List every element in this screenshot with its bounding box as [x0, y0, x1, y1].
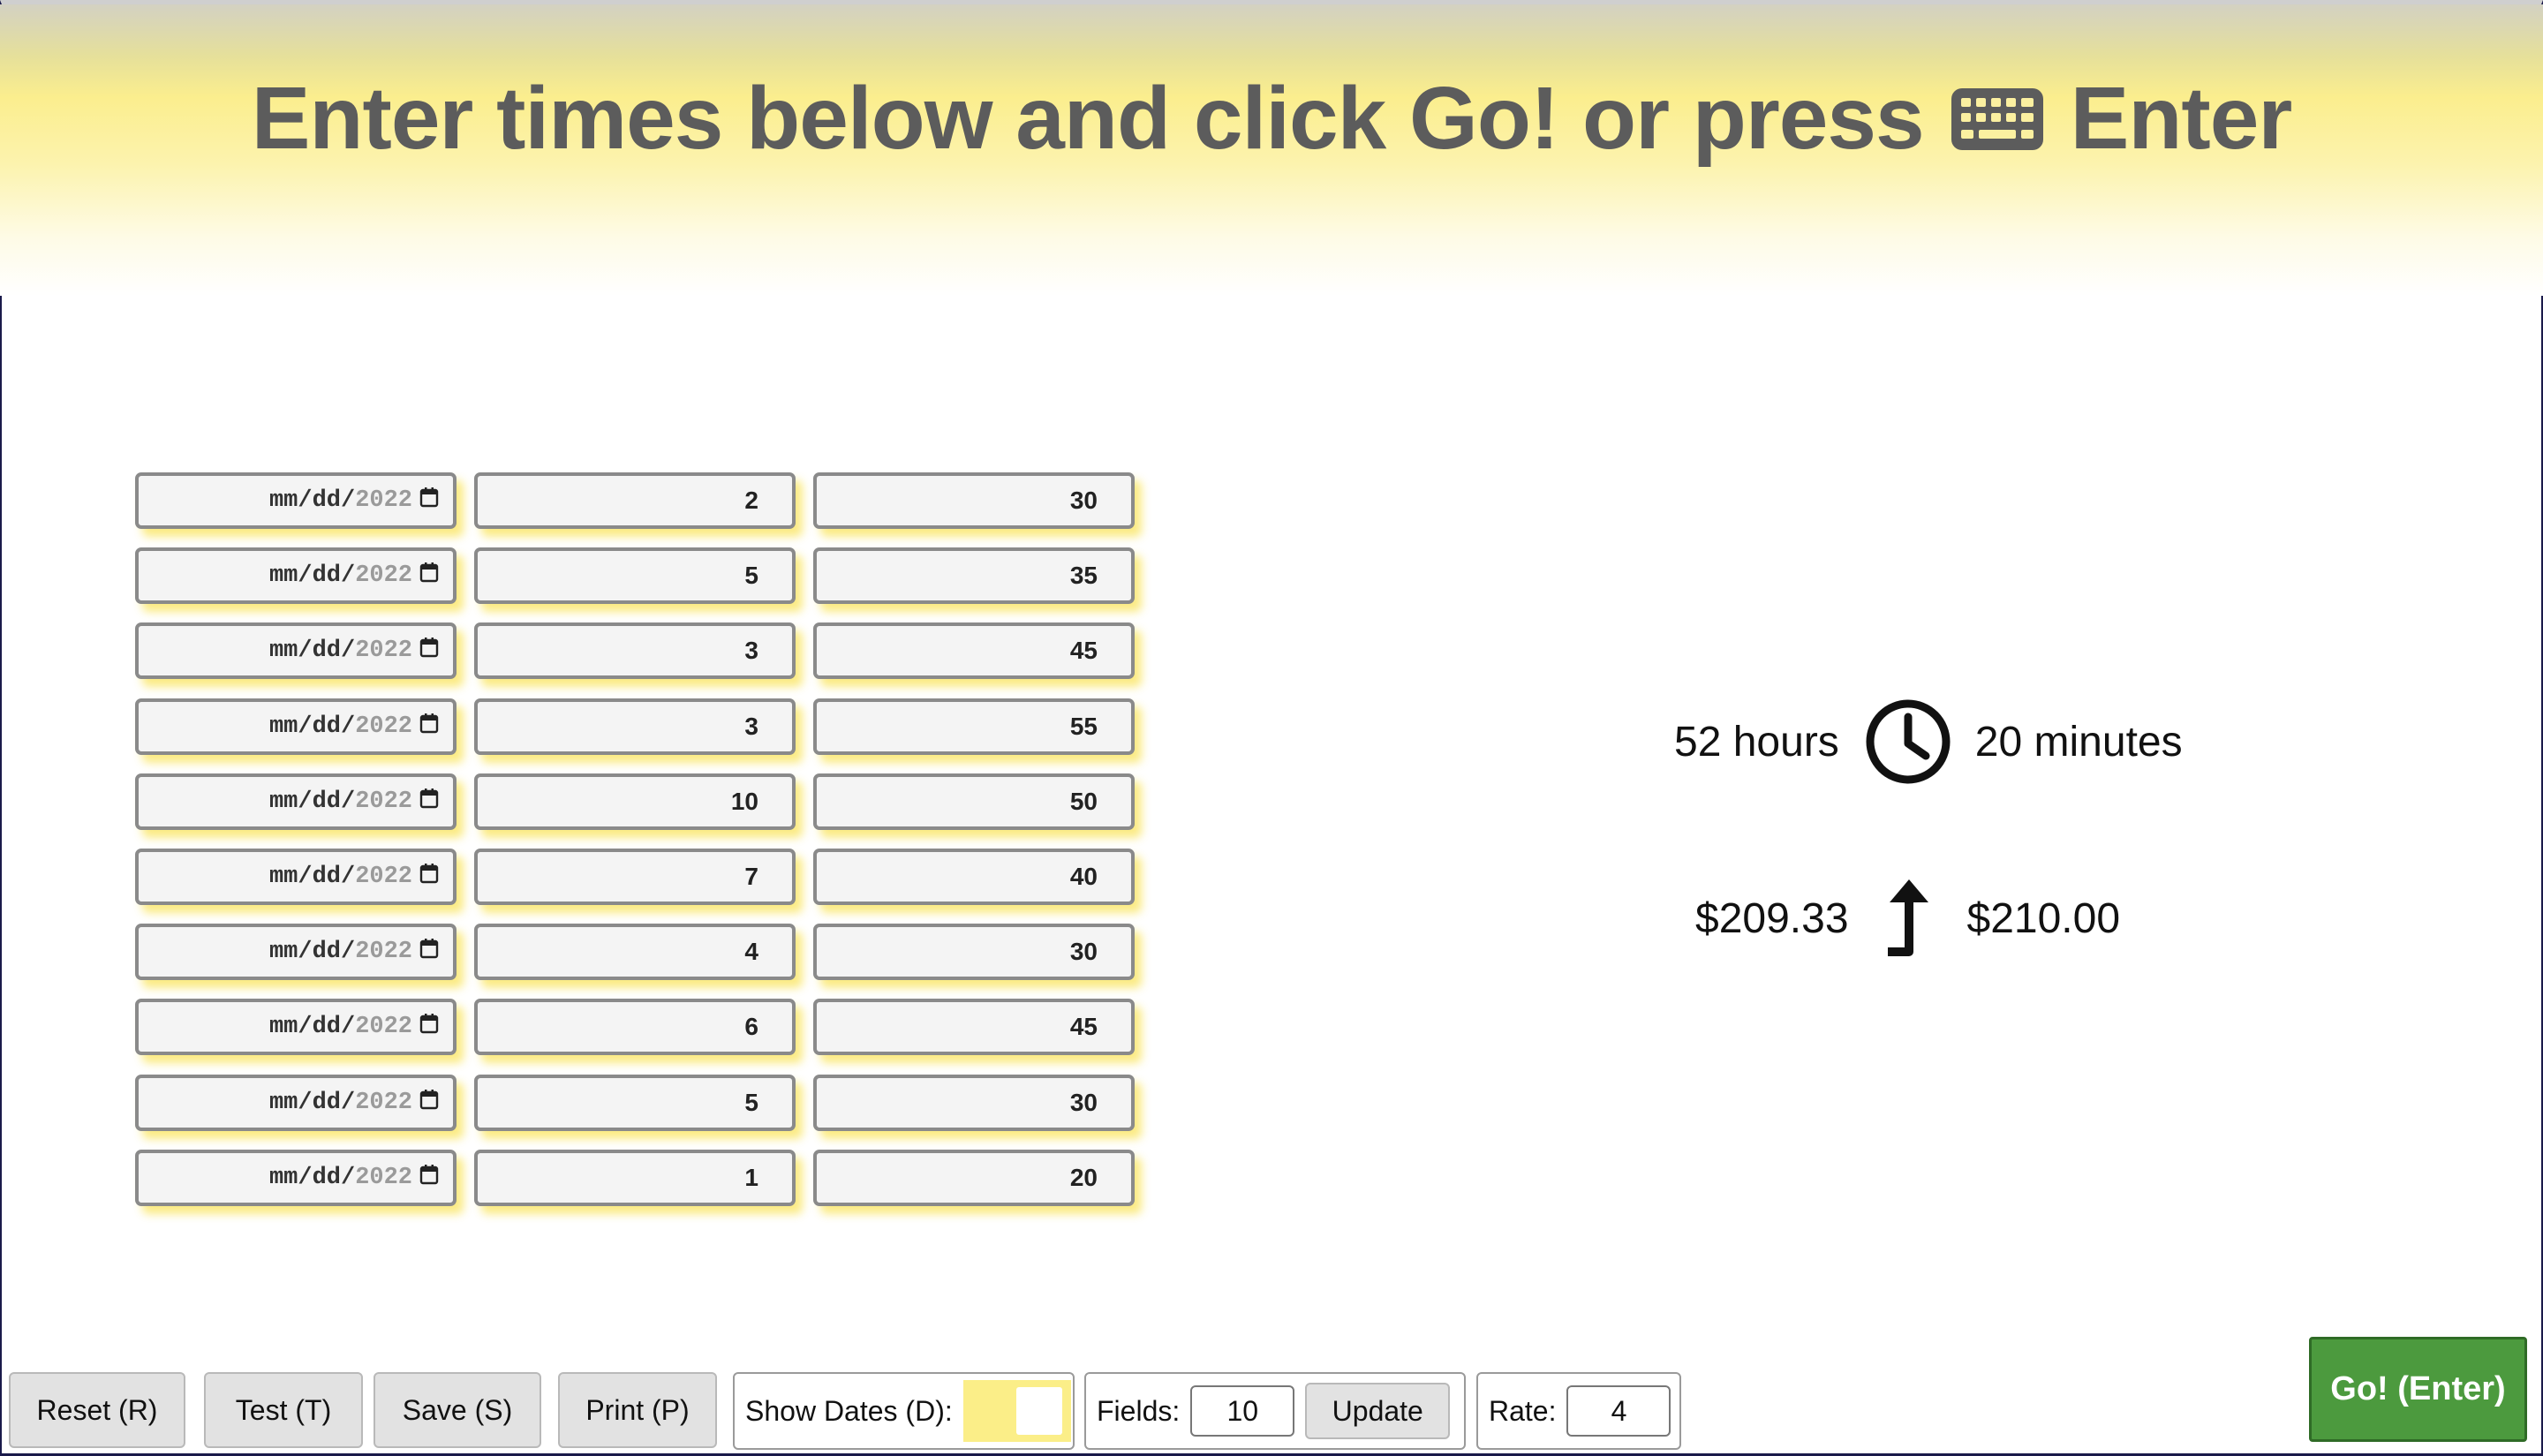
calendar-icon[interactable] — [412, 1164, 439, 1193]
hours-input[interactable]: 3 — [474, 698, 796, 755]
hours-input[interactable]: 6 — [474, 999, 796, 1055]
rounded-pay-amount: $210.00 — [1966, 894, 2121, 942]
hours-input[interactable]: 7 — [474, 849, 796, 905]
date-year: 2022 — [355, 562, 412, 589]
hours-input[interactable]: 3 — [474, 622, 796, 679]
date-input[interactable]: mm / dd/2022 — [135, 849, 457, 905]
rate-label: Rate: — [1489, 1394, 1557, 1427]
total-time: 52 hours 20 minutes — [1674, 698, 2183, 786]
calendar-icon[interactable] — [412, 788, 439, 817]
date-month: mm — [268, 637, 298, 664]
page-header: Enter times below and click Go! or press… — [0, 4, 2543, 296]
minutes-input[interactable]: 45 — [813, 999, 1135, 1055]
title-text: Enter times below and click Go! or press — [251, 69, 1925, 168]
calendar-icon[interactable] — [412, 1089, 439, 1118]
calendar-icon[interactable] — [412, 863, 439, 892]
date-day: dd — [312, 637, 341, 664]
minutes-input[interactable]: 50 — [813, 773, 1135, 830]
date-year: 2022 — [355, 864, 412, 890]
date-month: mm — [268, 1165, 298, 1191]
test-button[interactable]: Test (T) — [204, 1372, 363, 1448]
rate-group: Rate: 4 — [1476, 1372, 1681, 1450]
hours-input[interactable]: 5 — [474, 547, 796, 604]
date-day: dd — [312, 1165, 341, 1191]
show-dates-toggle[interactable] — [962, 1380, 1071, 1442]
date-day: dd — [312, 713, 341, 740]
total-minutes: 20 minutes — [1974, 718, 2183, 766]
date-day: dd — [312, 939, 341, 965]
calendar-icon[interactable] — [412, 637, 439, 666]
minutes-input[interactable]: 55 — [813, 698, 1135, 755]
date-month: mm — [268, 1014, 298, 1040]
date-month: mm — [268, 864, 298, 890]
total-hours: 52 hours — [1674, 718, 1839, 766]
date-month: mm — [268, 788, 298, 815]
show-dates-label: Show Dates (D): — [745, 1394, 953, 1427]
date-day: dd — [312, 562, 341, 589]
show-dates-group: Show Dates (D): — [733, 1372, 1075, 1450]
date-month: mm — [268, 713, 298, 740]
date-input[interactable]: mm / dd/2022 — [135, 698, 457, 755]
calendar-icon[interactable] — [412, 562, 439, 591]
hours-input[interactable]: 4 — [474, 924, 796, 980]
date-year: 2022 — [355, 788, 412, 815]
calendar-icon[interactable] — [412, 1013, 439, 1042]
save-button[interactable]: Save (S) — [374, 1372, 541, 1448]
date-day: dd — [312, 1090, 341, 1116]
hours-input[interactable]: 2 — [474, 472, 796, 529]
minutes-input[interactable]: 45 — [813, 622, 1135, 679]
date-month: mm — [268, 487, 298, 514]
minutes-input[interactable]: 35 — [813, 547, 1135, 604]
calendar-icon[interactable] — [412, 713, 439, 742]
minutes-input[interactable]: 30 — [813, 924, 1135, 980]
fields-label: Fields: — [1097, 1394, 1181, 1427]
toggle-knob[interactable] — [1015, 1387, 1062, 1435]
minutes-input[interactable]: 30 — [813, 472, 1135, 529]
hours-input[interactable]: 1 — [474, 1150, 796, 1206]
date-day: dd — [312, 864, 341, 890]
total-pay: $209.33 $210.00 — [1695, 874, 2120, 962]
date-input[interactable]: mm / dd/2022 — [135, 547, 457, 604]
date-input[interactable]: mm / dd/2022 — [135, 472, 457, 529]
reset-button[interactable]: Reset (R) — [9, 1372, 185, 1448]
arrow-up-icon — [1887, 879, 1928, 956]
date-input[interactable]: mm / dd/2022 — [135, 999, 457, 1055]
date-year: 2022 — [355, 1165, 412, 1191]
minutes-input[interactable]: 30 — [813, 1075, 1135, 1131]
date-year: 2022 — [355, 1090, 412, 1116]
clock-icon — [1866, 699, 1951, 784]
go-button[interactable]: Go! (Enter) — [2309, 1337, 2527, 1442]
fields-group: Fields: 10 Update — [1084, 1372, 1466, 1450]
date-input[interactable]: mm / dd/2022 — [135, 773, 457, 830]
date-year: 2022 — [355, 1014, 412, 1040]
date-year: 2022 — [355, 487, 412, 514]
date-month: mm — [268, 939, 298, 965]
date-month: mm — [268, 562, 298, 589]
update-button[interactable]: Update — [1305, 1383, 1451, 1439]
minutes-input[interactable]: 20 — [813, 1150, 1135, 1206]
fields-input[interactable]: 10 — [1190, 1385, 1295, 1437]
date-day: dd — [312, 788, 341, 815]
page-title: Enter times below and click Go! or press… — [251, 68, 2293, 170]
title-key: Enter — [2070, 69, 2293, 168]
date-input[interactable]: mm / dd/2022 — [135, 622, 457, 679]
date-month: mm — [268, 1090, 298, 1116]
pay-amount: $209.33 — [1695, 894, 1849, 942]
date-year: 2022 — [355, 713, 412, 740]
rate-input[interactable]: 4 — [1566, 1385, 1671, 1437]
date-day: dd — [312, 487, 341, 514]
date-year: 2022 — [355, 637, 412, 664]
date-input[interactable]: mm / dd/2022 — [135, 1075, 457, 1131]
date-day: dd — [312, 1014, 341, 1040]
hours-input[interactable]: 10 — [474, 773, 796, 830]
hours-input[interactable]: 5 — [474, 1075, 796, 1131]
minutes-input[interactable]: 40 — [813, 849, 1135, 905]
print-button[interactable]: Print (P) — [558, 1372, 717, 1448]
date-input[interactable]: mm / dd/2022 — [135, 924, 457, 980]
calendar-icon[interactable] — [412, 487, 439, 516]
calendar-icon[interactable] — [412, 938, 439, 967]
date-input[interactable]: mm / dd/2022 — [135, 1150, 457, 1206]
date-year: 2022 — [355, 939, 412, 965]
keyboard-icon — [1951, 87, 2043, 150]
